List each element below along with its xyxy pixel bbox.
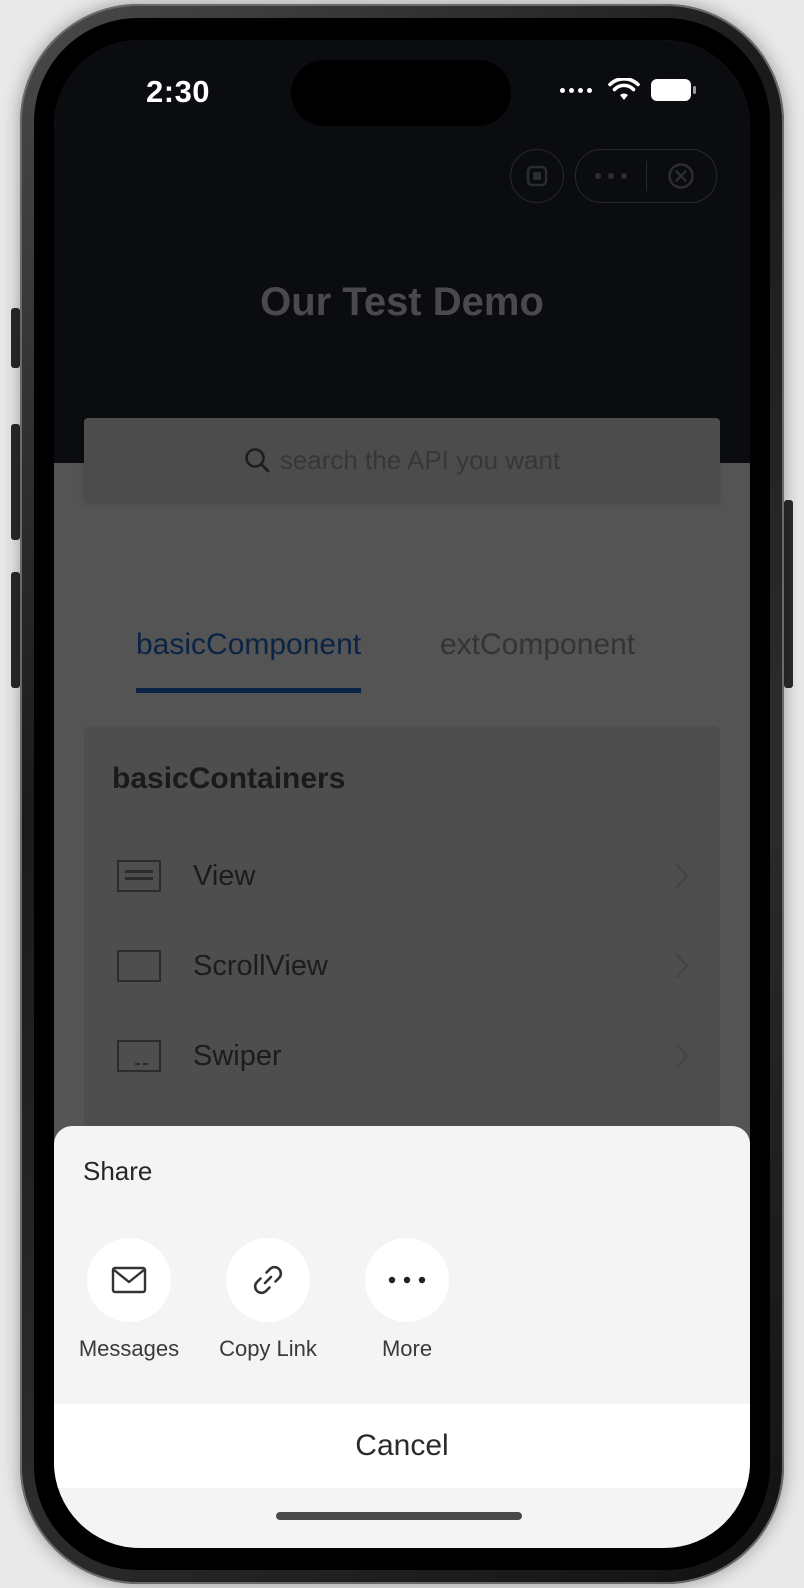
list-item-label: ScrollView (193, 949, 328, 982)
mini-program-capsule (575, 149, 717, 203)
capsule-more-button[interactable] (576, 150, 646, 202)
share-messages-button[interactable]: Messages (59, 1238, 199, 1362)
section-title: basicContainers (112, 762, 346, 795)
action-button (11, 308, 20, 368)
share-sheet: Share Messages Copy Link More Cancel (54, 1126, 750, 1548)
list-item-label: Swiper (193, 1039, 282, 1072)
chevron-right-icon (675, 953, 689, 979)
link-icon (253, 1265, 283, 1295)
home-indicator[interactable] (276, 1512, 522, 1520)
share-action-circle (365, 1238, 449, 1322)
more-icon (388, 1276, 426, 1284)
share-more-button[interactable]: More (337, 1238, 477, 1362)
list-item-label: View (193, 859, 256, 892)
share-action-label: Messages (78, 1336, 180, 1361)
share-action-label: More (381, 1336, 433, 1361)
power-button (784, 500, 793, 688)
scroll-view-icon (117, 950, 161, 982)
list-item-view[interactable]: View (84, 846, 720, 906)
list-item-scroll-view[interactable]: ScrollView (84, 936, 720, 996)
cancel-button[interactable]: Cancel (54, 1404, 750, 1488)
battery-icon (651, 79, 696, 101)
view-icon (117, 860, 161, 892)
record-button[interactable] (510, 149, 564, 203)
status-time: 2:30 (146, 74, 211, 109)
tab-basic-component[interactable]: basicComponent (136, 628, 362, 693)
volume-up-button (11, 424, 20, 540)
share-copy-link-button[interactable]: Copy Link (198, 1238, 338, 1362)
phone-screen: 2:30 Our Test Demo search the API you wa… (54, 40, 750, 1548)
envelope-icon (111, 1266, 147, 1294)
search-icon (244, 448, 270, 473)
share-sheet-title: Share (83, 1156, 153, 1186)
signal-icon (560, 87, 592, 93)
capsule-close-button[interactable] (647, 150, 717, 202)
tab-bar: basicComponent extComponent (54, 628, 750, 698)
close-circle-icon (668, 163, 695, 189)
page-title: Our Test Demo (260, 280, 544, 324)
share-action-label: Copy Link (219, 1336, 317, 1361)
volume-down-button (11, 572, 20, 688)
section-card: basicContainers View ScrollView Swiper (84, 726, 720, 1146)
search-input[interactable]: search the API you want (84, 418, 720, 502)
dynamic-island (291, 60, 511, 126)
list-item-swiper[interactable]: Swiper (84, 1026, 720, 1086)
swiper-icon (117, 1040, 161, 1072)
tab-ext-component[interactable]: extComponent (440, 628, 635, 662)
chevron-right-icon (675, 863, 689, 889)
more-horizontal-icon (594, 173, 627, 179)
share-action-circle (226, 1238, 310, 1322)
search-placeholder: search the API you want (279, 444, 561, 475)
record-icon (526, 165, 548, 187)
status-icons (560, 78, 698, 102)
wifi-icon (608, 78, 640, 100)
share-action-circle (87, 1238, 171, 1322)
chevron-right-icon (675, 1043, 689, 1069)
